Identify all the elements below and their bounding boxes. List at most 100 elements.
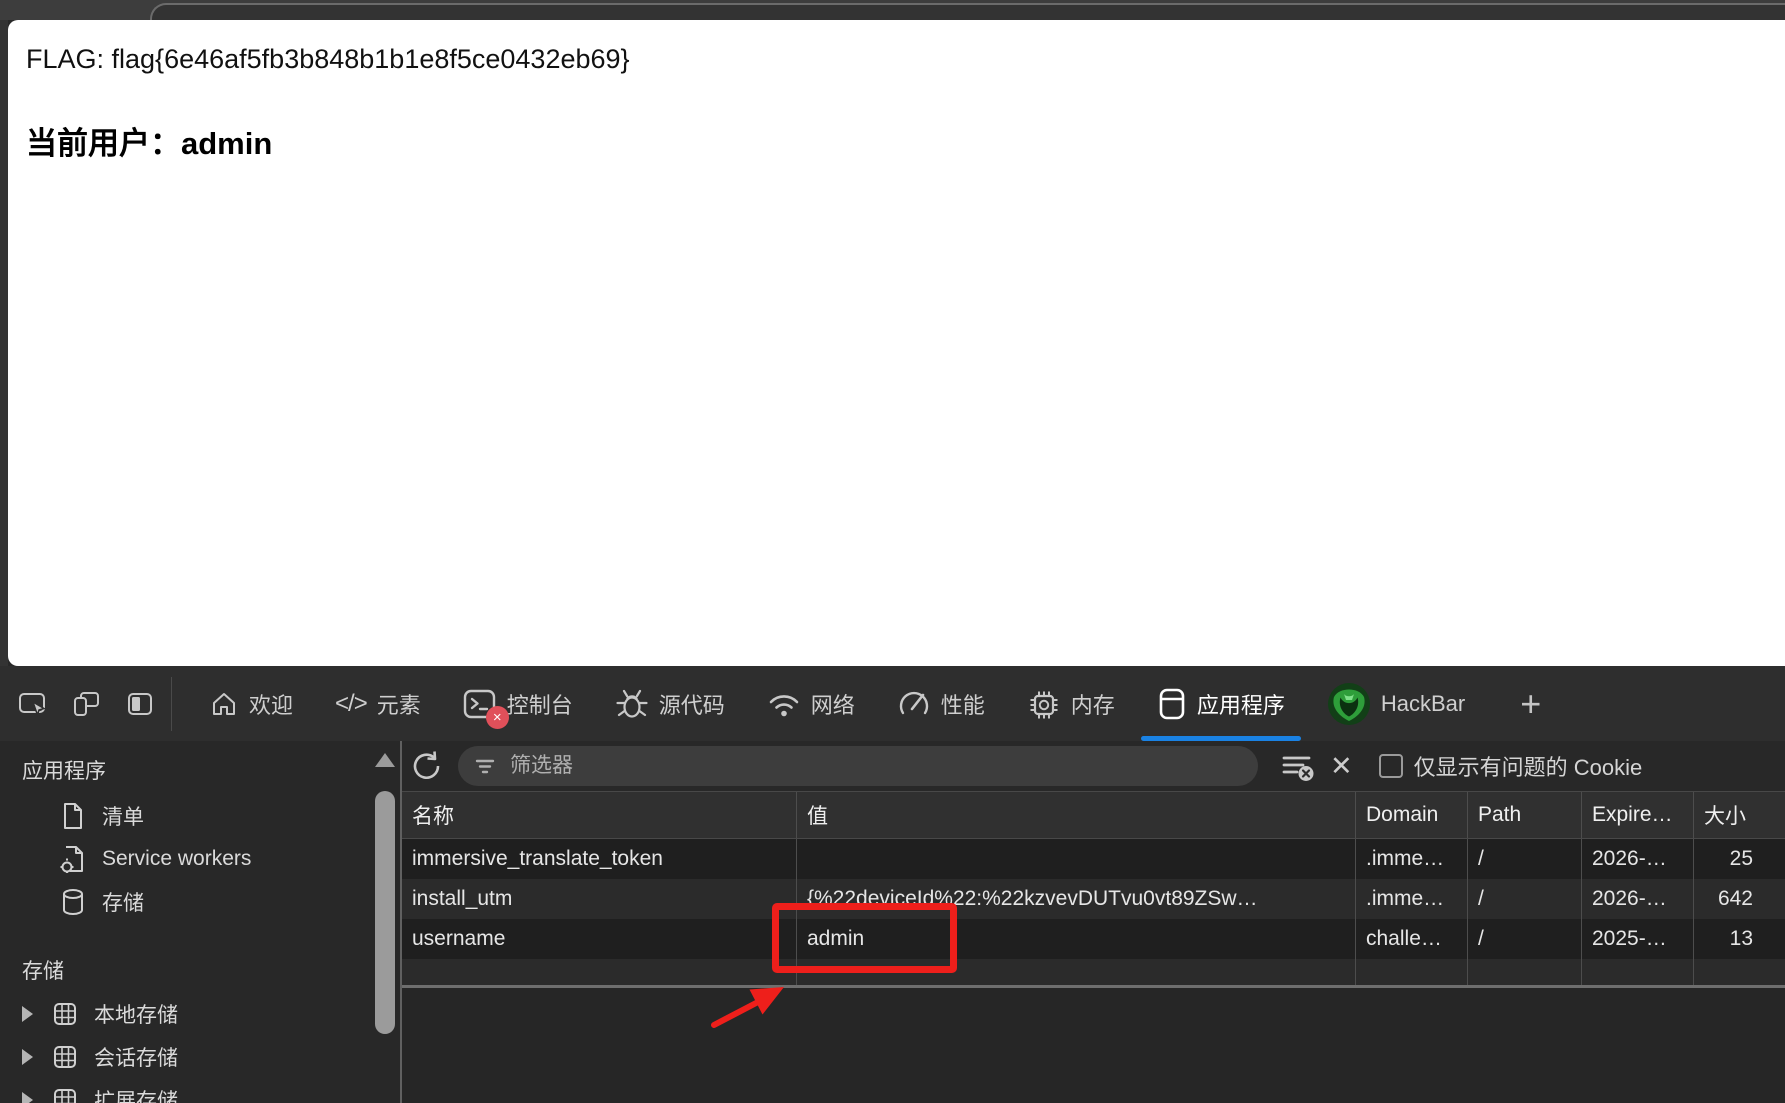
filter-field[interactable]: [458, 746, 1258, 786]
device-emulation-button[interactable]: [71, 689, 101, 719]
cookie-path[interactable]: /: [1468, 839, 1582, 879]
table-grid-icon: [54, 1046, 76, 1068]
dock-panel-button[interactable]: [125, 689, 155, 719]
annotation-highlight-box: [772, 903, 957, 973]
tab-label: 性能: [940, 692, 985, 718]
cookie-domain[interactable]: .imme…: [1356, 879, 1468, 919]
cookie-size[interactable]: 13: [1694, 919, 1785, 959]
memory-chip-icon: [1030, 691, 1058, 718]
tab-performance[interactable]: 性能: [897, 666, 985, 741]
column-header-path[interactable]: Path: [1468, 792, 1582, 838]
table-grid-icon: [54, 1089, 76, 1103]
tab-label: 应用程序: [1196, 692, 1285, 718]
application-sidebar: 应用程序 清单 Service workers 存储 存储 本地存储 会话存储: [0, 741, 400, 1103]
tab-memory[interactable]: 内存: [1027, 666, 1115, 741]
cookie-value[interactable]: [797, 839, 1356, 879]
sidebar-item-label: 扩展存储: [94, 1090, 178, 1103]
flag-text: FLAG: flag{6e46af5fb3b848b1b1e8f5ce0432e…: [26, 44, 630, 74]
wifi-icon: [769, 694, 799, 716]
tabbar-separator: [171, 676, 172, 731]
cookie-size[interactable]: 25: [1694, 839, 1785, 879]
current-user-value: admin: [181, 126, 273, 161]
column-header-domain[interactable]: Domain: [1356, 792, 1468, 838]
sidebar-item-extension-storage[interactable]: 扩展存储: [22, 1082, 178, 1103]
page-content: FLAG: flag{6e46af5fb3b848b1b1e8f5ce0432e…: [8, 20, 1785, 666]
scrollbar-up-arrow[interactable]: [375, 753, 395, 767]
device-toolbar-icon: [74, 691, 99, 716]
application-icon: [1159, 688, 1185, 719]
tab-elements[interactable]: </> 元素: [335, 666, 421, 741]
cookie-table-empty-row: [402, 959, 1785, 985]
sidebar-item-storage[interactable]: 存储: [60, 884, 144, 920]
column-header-value[interactable]: 值: [797, 792, 1356, 838]
sidebar-section-storage: 存储: [22, 960, 64, 983]
tab-label: 欢迎: [249, 692, 294, 718]
tab-console[interactable]: × 控制台: [463, 666, 573, 741]
delete-cookie-button[interactable]: ✕: [1330, 752, 1353, 780]
expand-arrow-icon[interactable]: [22, 1092, 33, 1103]
sidebar-item-manifest[interactable]: 清单: [60, 798, 144, 834]
expand-arrow-icon[interactable]: [22, 1006, 33, 1022]
service-worker-icon: [60, 846, 83, 873]
gauge-icon: [899, 691, 928, 714]
bug-icon: [616, 689, 648, 718]
cookie-path[interactable]: /: [1468, 879, 1582, 919]
cookie-name[interactable]: immersive_translate_token: [402, 839, 797, 879]
tab-label: 元素: [376, 692, 421, 718]
inspect-cursor-icon: [19, 692, 46, 717]
tab-application[interactable]: 应用程序: [1140, 666, 1301, 741]
sidebar-item-local-storage[interactable]: 本地存储: [22, 996, 178, 1032]
only-problem-cookies-label: 仅显示有问题的 Cookie: [1413, 755, 1643, 780]
expand-arrow-icon[interactable]: [22, 1049, 33, 1065]
current-user-line: 当前用户：admin: [26, 118, 272, 163]
more-tabs-button[interactable]: +: [1520, 683, 1541, 725]
sidebar-item-session-storage[interactable]: 会话存储: [22, 1039, 178, 1075]
tab-label: HackBar: [1380, 690, 1466, 716]
sidebar-scrollbar[interactable]: [372, 745, 398, 1103]
cookie-expires[interactable]: 2025-…: [1582, 919, 1694, 959]
sidebar-item-label: Service workers: [102, 847, 252, 870]
tab-sources[interactable]: 源代码: [615, 666, 725, 741]
column-header-expires[interactable]: Expire…: [1582, 792, 1694, 838]
inspect-element-button[interactable]: [17, 689, 47, 719]
column-header-size[interactable]: 大小: [1694, 792, 1785, 838]
browser-tab-shape: [150, 3, 1785, 20]
tab-label: 控制台: [506, 692, 573, 718]
tab-hackbar[interactable]: HackBar: [1327, 666, 1465, 741]
refresh-icon: [413, 751, 440, 779]
current-user-label: 当前用户：: [26, 126, 181, 161]
dock-side-icon: [128, 692, 152, 715]
cookie-name[interactable]: username: [402, 919, 797, 959]
tab-welcome[interactable]: 欢迎: [209, 666, 293, 741]
cookie-row-install-utm[interactable]: install_utm {%22deviceId%22:%22kzvevDUTv…: [402, 879, 1785, 919]
refresh-button[interactable]: [406, 745, 448, 787]
tab-label: 网络: [810, 692, 855, 718]
clear-all-cookies-button[interactable]: [1278, 749, 1316, 783]
cookies-toolbar: ✕ 仅显示有问题的 Cookie: [402, 741, 1785, 791]
cookie-domain[interactable]: challe…: [1356, 919, 1468, 959]
devtools-tool-icons: [0, 689, 155, 719]
cookie-name[interactable]: install_utm: [402, 879, 797, 919]
table-grid-icon: [54, 1003, 76, 1025]
devtools-panel: 欢迎 </> 元素 × 控制台 源代码 网络 性能 内存 应用程序 HackBa…: [0, 666, 1785, 1103]
cookie-size[interactable]: 642: [1694, 879, 1785, 919]
sidebar-item-label: 清单: [102, 806, 144, 829]
scrollbar-thumb[interactable]: [375, 791, 395, 1034]
cookie-row-immersive-translate-token[interactable]: immersive_translate_token .imme… / 2026-…: [402, 839, 1785, 879]
cookie-expires[interactable]: 2026-…: [1582, 839, 1694, 879]
home-icon: [213, 692, 235, 715]
cookie-path[interactable]: /: [1468, 919, 1582, 959]
cookie-table-header: 名称 值 Domain Path Expire… 大小: [402, 791, 1785, 839]
filter-input[interactable]: [508, 753, 1242, 779]
cookie-domain[interactable]: .imme…: [1356, 839, 1468, 879]
column-header-name[interactable]: 名称: [402, 792, 797, 838]
sidebar-item-label: 存储: [102, 892, 144, 915]
sidebar-item-label: 本地存储: [94, 1004, 178, 1027]
tab-network[interactable]: 网络: [767, 666, 855, 741]
only-problem-cookies-checkbox[interactable]: [1378, 754, 1403, 778]
cookie-row-username[interactable]: username admin challe… / 2025-… 13: [402, 919, 1785, 959]
cookie-preview-pane: [402, 988, 1785, 1103]
cookie-expires[interactable]: 2026-…: [1582, 879, 1694, 919]
filter-icon: [475, 759, 495, 774]
sidebar-item-service-workers[interactable]: Service workers: [60, 841, 251, 877]
